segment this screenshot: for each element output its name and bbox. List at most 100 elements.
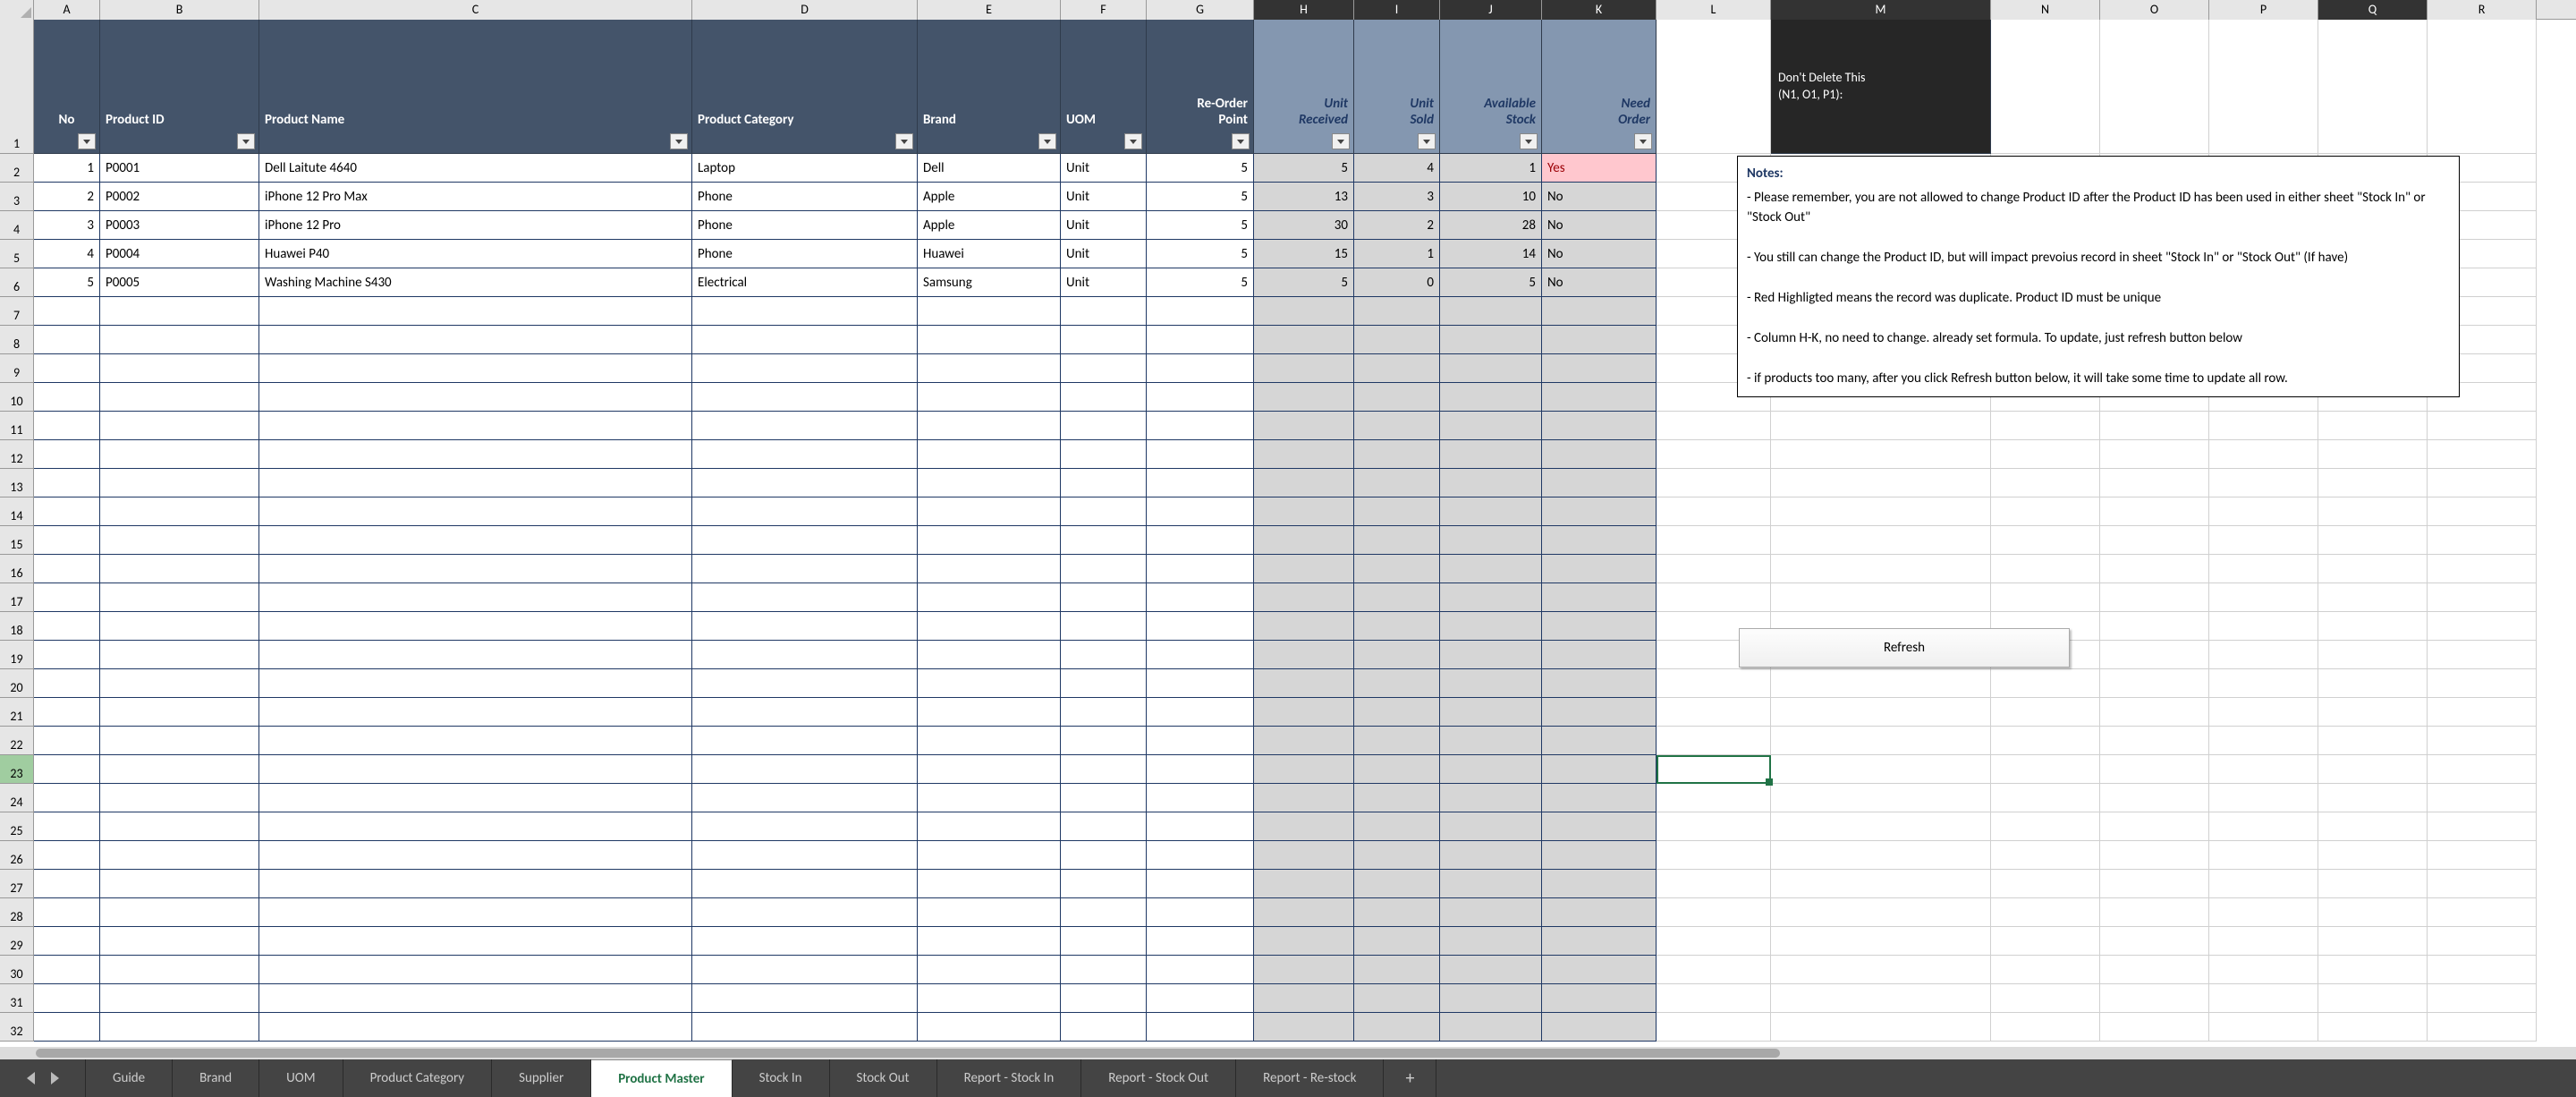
cell[interactable] [1542, 469, 1657, 497]
cell[interactable] [1657, 1013, 1771, 1042]
cell[interactable] [1657, 497, 1771, 526]
cell[interactable] [2209, 555, 2318, 583]
cell[interactable] [100, 841, 259, 870]
cell[interactable] [1542, 354, 1657, 383]
hdr-unit-received[interactable]: Unit Received [1254, 20, 1354, 154]
cell[interactable] [259, 641, 692, 669]
cell[interactable] [1991, 727, 2100, 755]
cell[interactable] [692, 326, 918, 354]
cell[interactable] [1254, 297, 1354, 326]
cell[interactable] [2209, 669, 2318, 698]
cell[interactable] [1061, 555, 1147, 583]
cell[interactable] [1354, 526, 1440, 555]
cell[interactable] [692, 612, 918, 641]
col-B[interactable]: B [100, 0, 259, 20]
hdr-reorder-point[interactable]: Re-Order Point [1147, 20, 1254, 154]
cell[interactable] [1354, 412, 1440, 440]
cell[interactable] [2428, 497, 2537, 526]
cell[interactable] [1147, 898, 1254, 927]
cell[interactable] [2428, 526, 2537, 555]
hdr-no[interactable]: No [34, 20, 100, 154]
cell[interactable] [1147, 669, 1254, 698]
cell[interactable] [1147, 497, 1254, 526]
cell[interactable] [2428, 412, 2537, 440]
cell[interactable]: 4 [1354, 154, 1440, 183]
cell[interactable] [1254, 612, 1354, 641]
cell[interactable] [259, 870, 692, 898]
cell[interactable] [692, 755, 918, 784]
cell[interactable] [1061, 383, 1147, 412]
row-header[interactable]: 32 [0, 1013, 34, 1042]
cell[interactable] [259, 469, 692, 497]
row-header[interactable]: 2 [0, 154, 34, 183]
cell[interactable] [2209, 612, 2318, 641]
hdr-product-id[interactable]: Product ID [100, 20, 259, 154]
cell[interactable] [1147, 440, 1254, 469]
cell[interactable] [1061, 927, 1147, 956]
cell[interactable] [1771, 497, 1991, 526]
cell[interactable] [2428, 727, 2537, 755]
cell[interactable]: No [1542, 211, 1657, 240]
cell[interactable] [100, 898, 259, 927]
cell[interactable] [1440, 440, 1542, 469]
cell[interactable] [1061, 440, 1147, 469]
cell[interactable] [1354, 784, 1440, 812]
cell[interactable] [2100, 870, 2209, 898]
cell[interactable]: 28 [1440, 211, 1542, 240]
row-header-1[interactable]: 1 [0, 20, 34, 154]
col-L[interactable]: L [1657, 0, 1771, 20]
cell[interactable] [1771, 440, 1991, 469]
cell[interactable] [1147, 727, 1254, 755]
cell[interactable] [1657, 898, 1771, 927]
cell[interactable] [1061, 784, 1147, 812]
cell[interactable] [1354, 440, 1440, 469]
col-P[interactable]: P [2209, 0, 2318, 20]
cell[interactable] [2209, 927, 2318, 956]
cell[interactable] [1542, 612, 1657, 641]
cell[interactable] [1354, 555, 1440, 583]
cell[interactable] [1061, 812, 1147, 841]
cell[interactable] [692, 412, 918, 440]
row-header[interactable]: 29 [0, 927, 34, 956]
cell[interactable]: No [1542, 268, 1657, 297]
cell[interactable] [2428, 812, 2537, 841]
cell[interactable] [1354, 698, 1440, 727]
row-header[interactable]: 21 [0, 698, 34, 727]
cell[interactable] [34, 984, 100, 1013]
cell[interactable] [100, 641, 259, 669]
col-E[interactable]: E [918, 0, 1061, 20]
cell[interactable] [34, 641, 100, 669]
cell[interactable] [1657, 956, 1771, 984]
cell[interactable] [34, 354, 100, 383]
cell[interactable] [1440, 383, 1542, 412]
cell[interactable] [1771, 526, 1991, 555]
cell[interactable] [1061, 326, 1147, 354]
cell[interactable] [2428, 698, 2537, 727]
cell[interactable] [1440, 1013, 1542, 1042]
cell[interactable] [1061, 755, 1147, 784]
cell[interactable] [259, 841, 692, 870]
cell[interactable]: 30 [1254, 211, 1354, 240]
cell[interactable] [1991, 898, 2100, 927]
cell[interactable] [1991, 755, 2100, 784]
cell[interactable] [1542, 440, 1657, 469]
cell[interactable] [1354, 669, 1440, 698]
cell[interactable]: Dell [918, 154, 1061, 183]
cell[interactable] [1542, 297, 1657, 326]
cell[interactable] [1542, 927, 1657, 956]
cell-O1[interactable] [2100, 20, 2209, 154]
cell[interactable] [2209, 440, 2318, 469]
cell[interactable] [2428, 956, 2537, 984]
cell[interactable] [1542, 1013, 1657, 1042]
cell[interactable] [692, 841, 918, 870]
cell[interactable] [1147, 927, 1254, 956]
cell[interactable]: P0002 [100, 183, 259, 211]
cell[interactable] [1542, 497, 1657, 526]
cell[interactable] [2428, 641, 2537, 669]
cell[interactable] [2428, 898, 2537, 927]
cell[interactable] [1147, 612, 1254, 641]
cell[interactable] [1254, 870, 1354, 898]
sheet-tab[interactable]: Product Master [591, 1059, 732, 1097]
cell[interactable] [2100, 755, 2209, 784]
cell[interactable]: 2 [1354, 211, 1440, 240]
